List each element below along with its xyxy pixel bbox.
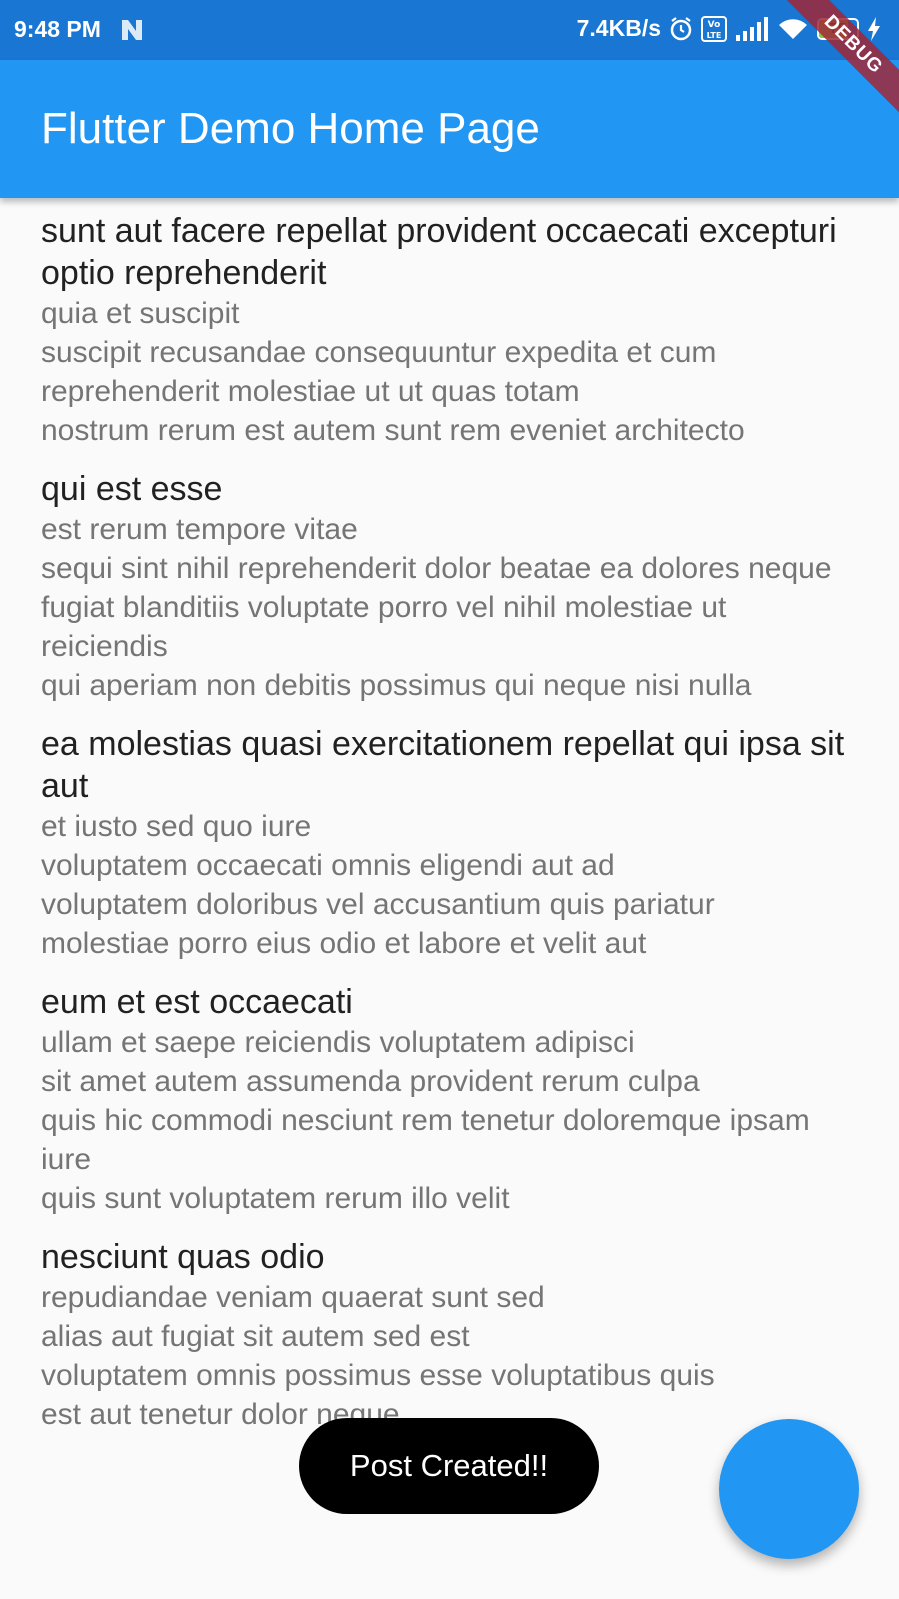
app-bar-title: Flutter Demo Home Page [41, 104, 540, 153]
app-bar: Flutter Demo Home Page [0, 60, 899, 198]
screen: 9:48 PM 7.4KB/s Vo LTE 75 DEBUG Flutter … [0, 0, 899, 1599]
wifi-icon [779, 18, 807, 39]
post-body: quia et suscipit suscipit recusandae con… [41, 294, 861, 450]
alarm-icon [670, 16, 692, 40]
battery-icon: 75 [817, 17, 859, 40]
n-notification-icon [121, 19, 142, 40]
volte-icon: Vo LTE [701, 15, 727, 42]
post-body-line: et iusto sed quo iure [41, 810, 312, 843]
post-body-line: qui aperiam non debitis possimus qui neq… [41, 669, 752, 702]
post-title: nesciunt quas odio [41, 1238, 325, 1276]
post-body-line: fugiat blanditiis voluptate porro vel ni… [41, 591, 727, 663]
list-item[interactable]: ea molestias quasi exercitationem repell… [41, 723, 861, 963]
post-body-line: est rerum tempore vitae [41, 513, 358, 546]
signal-icon [736, 16, 768, 41]
post-body: est rerum tempore vitae sequi sint nihil… [41, 510, 861, 705]
post-body-line: molestiae porro eius odio et labore et v… [41, 927, 647, 960]
post-title: sunt aut facere repellat provident occae… [41, 212, 837, 292]
battery-level: 75 [829, 19, 847, 37]
svg-text:Vo: Vo [708, 20, 721, 30]
post-list[interactable]: sunt aut facere repellat provident occae… [41, 210, 861, 1452]
post-title: ea molestias quasi exercitationem repell… [41, 725, 845, 805]
net-speed: 7.4KB/s [576, 15, 661, 41]
post-title: eum et est occaecati [41, 983, 353, 1021]
post-body-line: sit amet autem assumenda provident rerum… [41, 1065, 700, 1098]
status-time: 9:48 PM [14, 16, 101, 42]
post-body-line: sequi sint nihil reprehenderit dolor bea… [41, 552, 832, 585]
charging-icon [868, 16, 880, 41]
post-body-line: voluptatem occaecati omnis eligendi aut … [41, 849, 615, 882]
list-item[interactable]: nesciunt quas odio repudiandae veniam qu… [41, 1236, 861, 1434]
post-body-line: repudiandae veniam quaerat sunt sed [41, 1281, 545, 1314]
list-item[interactable]: qui est esse est rerum tempore vitae seq… [41, 468, 861, 705]
post-body-line: quis sunt voluptatem rerum illo velit [41, 1182, 510, 1215]
post-body-line: suscipit recusandae consequuntur expedit… [41, 336, 717, 408]
post-body-line: voluptatem omnis possimus esse voluptati… [41, 1359, 715, 1392]
post-body-line: nostrum rerum est autem sunt rem eveniet… [41, 414, 745, 447]
post-title: qui est esse [41, 470, 223, 508]
post-body: repudiandae veniam quaerat sunt sed alia… [41, 1278, 861, 1434]
toast-message: Post Created!! [299, 1418, 599, 1514]
list-item[interactable]: eum et est occaecati ullam et saepe reic… [41, 981, 861, 1218]
post-body-line: quis hic commodi nesciunt rem tenetur do… [41, 1104, 810, 1176]
status-right: 7.4KB/s Vo LTE 75 [577, 15, 881, 42]
post-body-line: ullam et saepe reiciendis voluptatem adi… [41, 1026, 635, 1059]
post-body-line: quia et suscipit [41, 297, 240, 330]
list-item[interactable]: sunt aut facere repellat provident occae… [41, 210, 861, 450]
floating-action-button[interactable] [719, 1419, 859, 1559]
post-body-line: alias aut fugiat sit autem sed est [41, 1320, 470, 1353]
post-body: ullam et saepe reiciendis voluptatem adi… [41, 1023, 861, 1218]
status-bar: 9:48 PM 7.4KB/s Vo LTE 75 [0, 0, 899, 60]
post-body: et iusto sed quo iure voluptatem occaeca… [41, 807, 861, 963]
svg-text:LTE: LTE [707, 31, 722, 40]
post-body-line: voluptatem doloribus vel accusantium qui… [41, 888, 715, 921]
status-left: 9:48 PM [14, 16, 145, 43]
